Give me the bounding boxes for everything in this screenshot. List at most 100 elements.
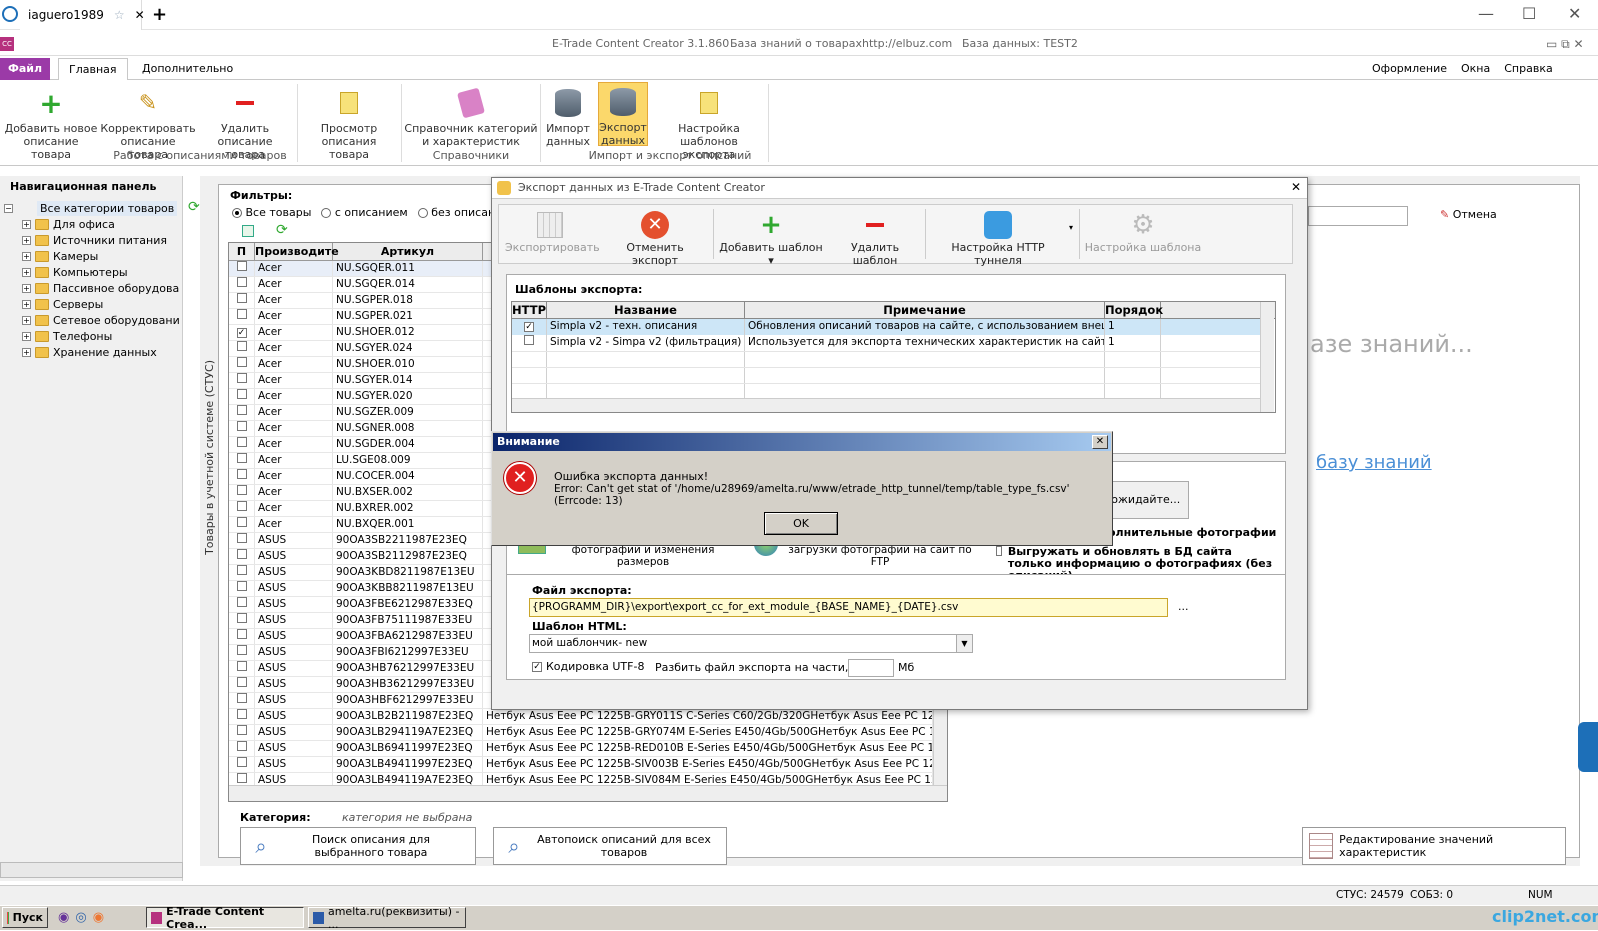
row-checkbox[interactable] (236, 597, 247, 607)
import-data-button[interactable]: Импорт данных (544, 84, 592, 148)
reload-icon[interactable]: ⟳ (276, 222, 288, 238)
maximize-icon[interactable]: ☐ (1522, 4, 1536, 23)
html-template-select[interactable]: мой шаблончик- new ▼ (529, 634, 973, 653)
table-row[interactable]: ASUS 90OA3LB2B211987E23EQ Нетбук Asus Eee … (229, 709, 933, 725)
row-checkbox[interactable] (236, 693, 247, 703)
col-article[interactable]: Артикул (333, 243, 483, 260)
table-row[interactable]: ASUS 90OA3LB294119A7E23EQ Нетбук Asus Eee … (229, 725, 933, 741)
row-checkbox[interactable] (236, 517, 247, 527)
row-checkbox[interactable] (236, 581, 247, 591)
star-icon[interactable]: ☆ (114, 8, 125, 22)
row-checkbox[interactable] (236, 645, 247, 655)
template-settings-button[interactable]: ⚙ Настройка шаблона (1083, 209, 1203, 254)
row-checkbox[interactable] (236, 309, 247, 319)
close-icon[interactable]: ✕ (1291, 180, 1301, 194)
row-checkbox[interactable] (236, 453, 247, 463)
template-row[interactable] (512, 351, 1260, 367)
row-checkbox[interactable] (236, 341, 247, 351)
minimize-icon[interactable]: — (1478, 4, 1494, 23)
filter-all[interactable]: Все товары (232, 206, 311, 219)
tree-item[interactable]: + Хранение данных (22, 346, 157, 359)
export-button[interactable]: Экспортировать (505, 209, 600, 254)
export-grid-icon[interactable] (242, 225, 254, 237)
http-checkbox[interactable] (524, 335, 534, 345)
row-checkbox[interactable] (236, 469, 247, 479)
row-checkbox[interactable] (236, 565, 247, 575)
row-checkbox[interactable] (236, 549, 247, 559)
row-checkbox[interactable] (236, 421, 247, 431)
utf8-checkbox[interactable]: ✓ (532, 661, 542, 672)
row-checkbox[interactable] (236, 261, 247, 271)
close-window-icon[interactable]: ✕ (1568, 4, 1581, 23)
menu-windows[interactable]: Окна (1461, 62, 1490, 75)
add-description-button[interactable]: + Добавить новое описание товара (4, 84, 98, 161)
add-template-button[interactable]: + Добавить шаблон ▾ (717, 209, 825, 267)
col-order[interactable]: Порядок (1105, 302, 1163, 318)
expand-icon[interactable]: + (22, 316, 31, 325)
http-checkbox[interactable]: ✓ (524, 322, 534, 332)
utf8-option[interactable]: ✓ Кодировка UTF-8 (532, 660, 644, 673)
expand-icon[interactable]: + (22, 332, 31, 341)
row-checkbox[interactable] (236, 437, 247, 447)
split-size-field[interactable] (848, 659, 894, 677)
tree-item[interactable]: + Телефоны (22, 330, 112, 343)
row-checkbox[interactable] (236, 661, 247, 671)
grid-hscroll[interactable] (229, 785, 947, 801)
tab-file[interactable]: Файл (0, 58, 50, 80)
row-checkbox[interactable] (236, 677, 247, 687)
row-checkbox[interactable] (236, 405, 247, 415)
task-amelta[interactable]: amelta.ru(реквизиты) - ... (308, 905, 466, 931)
kb-link[interactable]: базу знаний (1316, 452, 1432, 473)
file-export-field[interactable]: {PROGRAMM_DIR}\export\export_cc_for_ext_… (529, 598, 1168, 617)
templates-vscroll[interactable] (1260, 302, 1274, 412)
close-icon[interactable]: ✕ (135, 8, 145, 22)
row-checkbox[interactable] (236, 277, 247, 287)
ok-button[interactable]: OK (764, 512, 838, 535)
expand-icon[interactable]: + (22, 268, 31, 277)
templates-hscroll[interactable] (512, 398, 1260, 412)
firefox-icon[interactable]: ◉ (93, 910, 104, 925)
close-icon[interactable]: ✕ (1092, 435, 1108, 449)
ie-icon[interactable]: ◎ (75, 910, 86, 925)
new-tab-button[interactable]: + (152, 4, 167, 25)
tab-home[interactable]: Главная (58, 58, 128, 80)
expand-icon[interactable]: + (22, 236, 31, 245)
row-checkbox[interactable] (236, 773, 247, 783)
row-checkbox[interactable] (236, 501, 247, 511)
site-url[interactable]: http://elbuz.com (862, 37, 952, 50)
edit-characteristics-button[interactable]: Редактирование значений характеристик (1302, 827, 1566, 865)
refresh-icon[interactable]: ⟳ (188, 199, 200, 215)
tree-root[interactable]: − Все категории товаров (4, 201, 178, 216)
task-etrade[interactable]: E-Trade Content Crea... (146, 905, 304, 931)
tree-item[interactable]: + Источники питания (22, 234, 167, 247)
cancel-export-button[interactable]: ✕ Отменить экспорт (603, 209, 707, 267)
col-check[interactable]: П (229, 243, 255, 260)
row-checkbox[interactable] (236, 709, 247, 719)
tree-item[interactable]: + Для офиса (22, 218, 115, 231)
row-checkbox[interactable] (236, 357, 247, 367)
tree-item[interactable]: + Камеры (22, 250, 98, 263)
view-description-button[interactable]: Просмотр описания товара (300, 84, 398, 161)
row-checkbox[interactable] (236, 757, 247, 767)
col-manufacturer[interactable]: Производите (255, 243, 339, 260)
expand-icon[interactable]: + (22, 300, 31, 309)
dropdown-arrow-icon[interactable]: ▾ (1069, 223, 1073, 232)
col-note[interactable]: Примечание (745, 302, 1105, 318)
tree-item[interactable]: + Сетевое оборудовани (22, 314, 180, 327)
template-row[interactable] (512, 367, 1260, 383)
collapse-icon[interactable]: − (4, 204, 13, 213)
expand-icon[interactable]: + (22, 220, 31, 229)
row-checkbox[interactable] (236, 725, 247, 735)
app1-icon[interactable]: ◉ (58, 910, 69, 925)
session-tab[interactable]: iaguero1989 ☆ ✕ (20, 0, 145, 30)
row-checkbox[interactable] (236, 293, 247, 303)
browse-button[interactable]: ... (1178, 600, 1189, 613)
tree-item[interactable]: + Пассивное оборудова (22, 282, 179, 295)
teamviewer-side-icon[interactable] (1578, 722, 1598, 772)
filter-with-desc[interactable]: с описанием (321, 206, 408, 219)
table-row[interactable]: ASUS 90OA3LB69411997E23EQ Нетбук Asus Eee … (229, 741, 933, 757)
photo-info-checkbox[interactable] (996, 546, 1002, 556)
template-row[interactable] (512, 383, 1260, 399)
search-field[interactable] (1308, 206, 1408, 226)
nav-scrollbar[interactable] (0, 862, 183, 878)
